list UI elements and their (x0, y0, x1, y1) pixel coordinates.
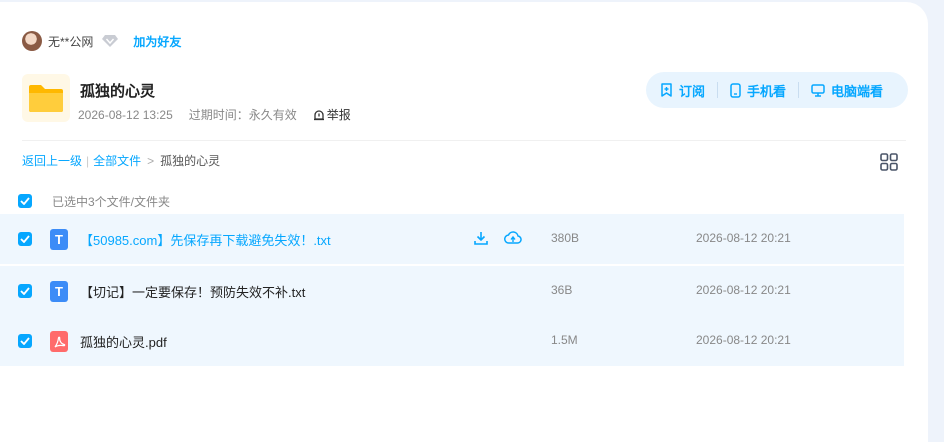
file-checkbox[interactable] (18, 284, 32, 298)
file-size: 380B (551, 231, 580, 245)
monitor-icon (811, 83, 825, 97)
username: 无**公网 (48, 34, 94, 49)
file-time: 2026-08-12 20:21 (696, 231, 791, 245)
report-label: 举报 (326, 108, 351, 122)
add-friend-link[interactable]: 加为好友 (133, 33, 181, 50)
view-actions: 订阅 手机看 电脑端看 (646, 72, 908, 108)
subscribe-button[interactable]: 订阅 (660, 81, 705, 100)
desktop-view-label: 电脑端看 (831, 83, 884, 99)
save-to-cloud-icon[interactable] (503, 228, 523, 248)
file-size: 1.5M (551, 333, 578, 347)
download-icon[interactable] (471, 228, 491, 248)
report-button[interactable]: 举报 (313, 106, 351, 123)
divider (22, 140, 906, 141)
grid-view-icon[interactable] (879, 152, 899, 172)
file-checkbox[interactable] (18, 232, 32, 246)
txt-file-icon: T (50, 281, 68, 302)
separator (717, 82, 719, 98)
breadcrumb-separator: | (86, 153, 90, 168)
mobile-view-label: 手机看 (747, 83, 787, 99)
select-all-row: 已选中3个文件/文件夹 (18, 190, 170, 212)
selection-count: 已选中3个文件/文件夹 (52, 194, 171, 209)
avatar[interactable] (22, 31, 42, 51)
checkmark-icon (20, 197, 30, 205)
breadcrumb-arrow: > (147, 153, 155, 168)
diamond-vip-icon (101, 33, 121, 49)
share-date: 2026-08-12 13:25 (78, 107, 173, 122)
folder-icon (22, 74, 70, 122)
file-row[interactable]: T 【50985.com】先保存再下载避免失效！.txt 380B 2026-0… (0, 214, 904, 264)
share-card: 无**公网 加为好友 孤独的心灵 2026-08-12 13:25 过期时间：永… (0, 2, 928, 442)
breadcrumb-back-link[interactable]: 返回上一级 (22, 152, 82, 169)
subscribe-label: 订阅 (679, 83, 706, 99)
phone-icon (730, 82, 741, 98)
mobile-view-button[interactable]: 手机看 (730, 81, 786, 100)
desktop-view-button[interactable]: 电脑端看 (811, 81, 883, 100)
breadcrumb-all-files-link[interactable]: 全部文件 (93, 152, 141, 169)
file-row[interactable]: T 【切记】一定要保存！预防失效不补.txt 36B 2026-08-12 20… (0, 266, 904, 316)
report-icon (313, 109, 324, 120)
file-name[interactable]: 孤独的心灵.pdf (80, 332, 167, 351)
separator (798, 82, 800, 98)
expire-time: 过期时间：永久有效 (188, 108, 297, 122)
file-name[interactable]: 【50985.com】先保存再下载避免失效！.txt (80, 230, 331, 249)
checkmark-icon (20, 287, 30, 295)
share-title: 孤独的心灵 (80, 83, 156, 100)
checkmark-icon (20, 235, 30, 243)
share-meta: 2026-08-12 13:25 过期时间：永久有效 举报 (78, 106, 351, 123)
file-size: 36B (551, 283, 573, 297)
file-time: 2026-08-12 20:21 (696, 283, 791, 297)
checkmark-icon (20, 337, 30, 345)
select-all-checkbox[interactable] (18, 194, 32, 208)
sharer-info: 无**公网 加为好友 (22, 30, 181, 52)
breadcrumb: 返回上一级 | 全部文件 > 孤独的心灵 (22, 152, 220, 169)
bookmark-plus-icon (661, 83, 672, 97)
breadcrumb-current: 孤独的心灵 (160, 154, 221, 168)
file-checkbox[interactable] (18, 334, 32, 348)
pdf-file-icon (50, 331, 68, 352)
file-time: 2026-08-12 20:21 (696, 333, 791, 347)
txt-file-icon: T (50, 229, 68, 250)
file-row[interactable]: 孤独的心灵.pdf 1.5M 2026-08-12 20:21 (0, 316, 904, 366)
file-name[interactable]: 【切记】一定要保存！预防失效不补.txt (80, 282, 305, 301)
